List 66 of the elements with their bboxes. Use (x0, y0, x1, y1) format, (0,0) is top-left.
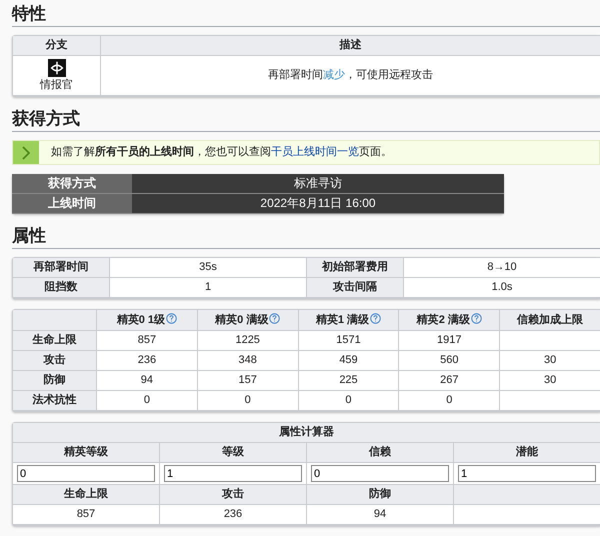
column-header: 精英1 满级 (298, 310, 400, 331)
table-cell: 94 (97, 371, 198, 391)
table-cell: 1 (110, 278, 307, 298)
input-field[interactable]: 0 (311, 465, 449, 482)
column-header: 分支 (13, 36, 101, 56)
help-icon[interactable] (269, 313, 280, 324)
table-cell: 459 (298, 351, 400, 371)
table-cell: 1225 (198, 331, 299, 351)
table-cell: 8→10 (404, 258, 600, 278)
table-cell: 标准寻访 (132, 174, 504, 194)
help-icon[interactable] (370, 313, 382, 324)
table-cell: 348 (198, 351, 299, 371)
table-cell: 157 (198, 371, 299, 391)
help-icon[interactable] (470, 313, 482, 324)
input-field[interactable]: 1 (164, 465, 302, 482)
table-cell: 0 (399, 391, 500, 411)
table-cell: 1917 (399, 331, 500, 351)
table-cell: 35s (110, 258, 307, 278)
table-cell: 0 (298, 391, 400, 411)
trait-description: 再部署时间减少，可使用远程攻击 (268, 69, 433, 82)
column-header: 精英等级 (13, 443, 160, 463)
table-title: 属性计算器 (13, 423, 600, 443)
notice-text: 如需了解所有干员的上线时间，您也可以查阅干员上线时间一览页面。 (50, 144, 393, 160)
column-header: 潜能 (454, 443, 600, 463)
chevron-icon (22, 146, 30, 160)
branch-name: 情报官 (40, 79, 73, 92)
section-heading: 特性 (12, 4, 600, 27)
row-header: 初始部署费用 (307, 258, 404, 278)
table-cell: 560 (399, 351, 500, 371)
column-header: 精英0 1级 (97, 310, 198, 331)
column-header: 攻击 (160, 485, 307, 505)
row-header: 再部署时间 (13, 258, 110, 278)
row-header: 攻击间隔 (307, 278, 404, 298)
row-header: 获得方式 (12, 174, 132, 194)
table-cell: 236 (160, 505, 307, 525)
help-icon[interactable] (166, 313, 178, 324)
table-cell: 236 (97, 351, 198, 371)
column-header: 等级 (160, 443, 307, 463)
column-header: 信赖加成上限 (500, 310, 600, 331)
table-cell: 857 (97, 331, 198, 351)
column-header: 防御 (307, 485, 454, 505)
input-field[interactable]: 1 (458, 465, 596, 482)
row-header: 防御 (13, 371, 97, 391)
link[interactable]: 干员上线时间一览 (271, 146, 359, 158)
table-cell: 0 (97, 391, 198, 411)
column-header: 生命上限 (13, 485, 160, 505)
section-heading: 获得方式 (12, 109, 600, 132)
row-header: 上线时间 (12, 194, 132, 214)
table-cell: 94 (307, 505, 454, 525)
table-cell: 267 (399, 371, 500, 391)
section-heading: 属性 (12, 226, 600, 249)
column-header: 描述 (101, 36, 600, 56)
column-header: 精英2 满级 (399, 310, 500, 331)
table-cell: 1571 (298, 331, 400, 351)
row-header: 攻击 (13, 351, 97, 371)
row-header: 阻挡数 (13, 278, 110, 298)
table-cell: 225 (298, 371, 400, 391)
input-field[interactable]: 0 (17, 465, 155, 482)
branch-icon (48, 59, 66, 77)
table-cell: 2022年8月11日 16:00 (132, 194, 504, 214)
table-cell: 0 (198, 391, 299, 411)
table-cell: 857 (13, 505, 160, 525)
row-header: 法术抗性 (13, 391, 97, 411)
column-header: 精英0 满级 (198, 310, 299, 331)
row-header: 生命上限 (13, 331, 97, 351)
column-header: 信赖 (307, 443, 454, 463)
